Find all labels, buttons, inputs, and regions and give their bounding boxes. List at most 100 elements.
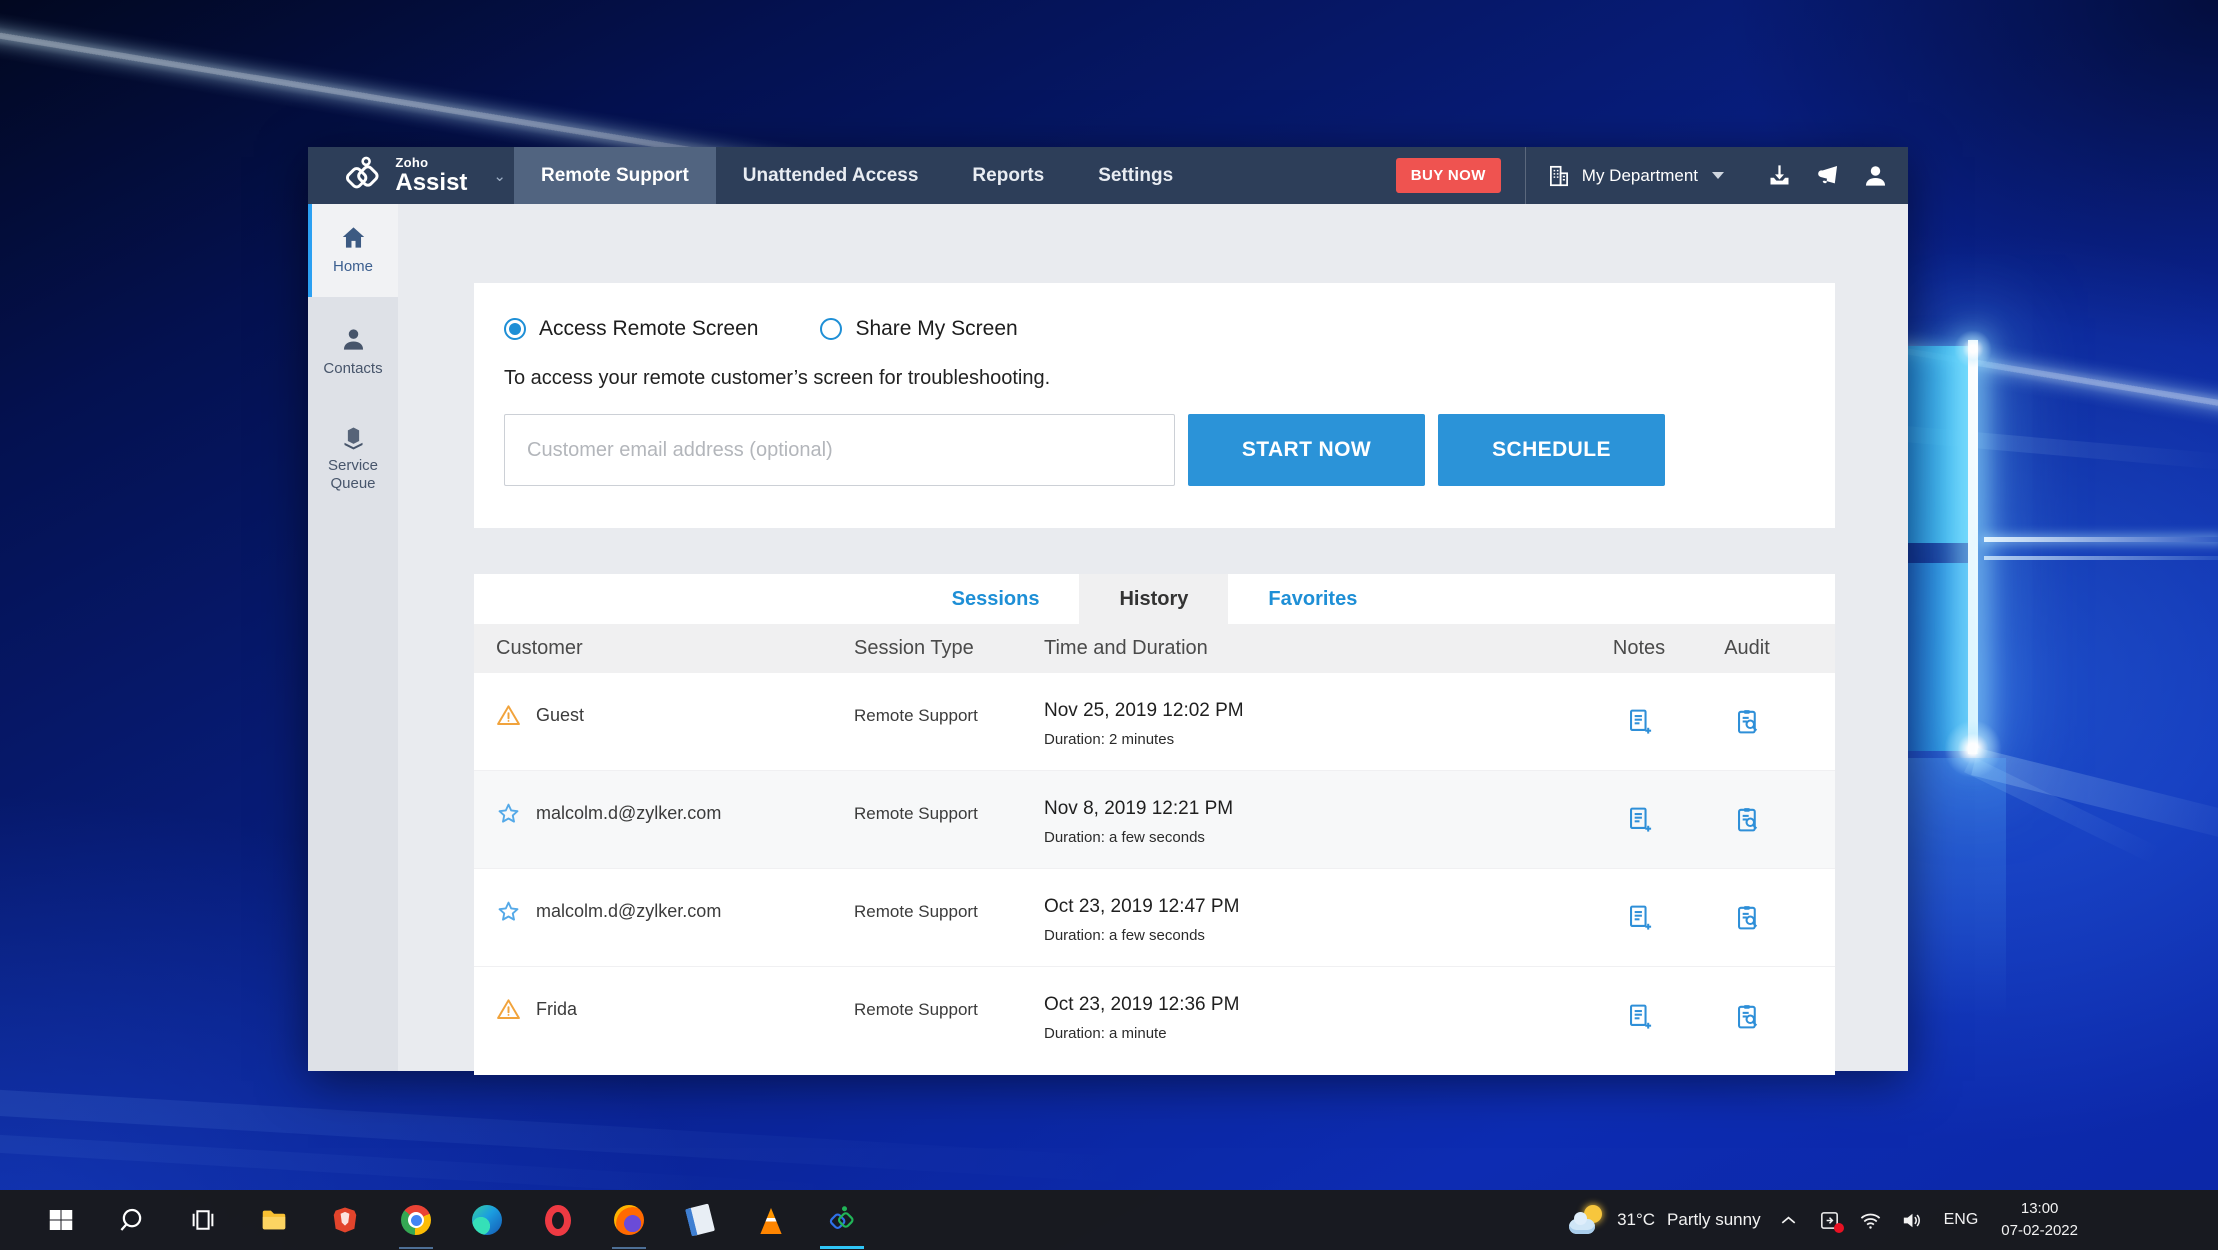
add-note-icon xyxy=(1625,707,1654,736)
tab-remote-support[interactable]: Remote Support xyxy=(514,147,716,204)
session-time: Oct 23, 2019 12:47 PM xyxy=(1044,896,1591,918)
windows-start-icon xyxy=(46,1205,76,1235)
warning-icon xyxy=(496,997,521,1022)
session-duration: Duration: a few seconds xyxy=(1044,927,1591,944)
app-navbar: Zoho Assist ⌄ Remote Support Unattended … xyxy=(308,147,1908,204)
service-queue-icon xyxy=(340,423,367,450)
megaphone-icon xyxy=(1814,162,1841,189)
radio-share-my-screen[interactable]: Share My Screen xyxy=(820,317,1017,341)
tab-favorites[interactable]: Favorites xyxy=(1228,574,1397,624)
navbar-right: BUY NOW My Department xyxy=(1396,147,1908,204)
brand-company: Zoho xyxy=(395,156,467,169)
start-button[interactable] xyxy=(37,1190,85,1250)
opera-icon xyxy=(545,1205,571,1236)
sidebar-item-label: Service Queue xyxy=(312,457,394,495)
add-note-icon xyxy=(1625,1002,1654,1031)
customer-email-input[interactable] xyxy=(504,414,1175,486)
session-type: Remote Support xyxy=(854,706,1044,726)
session-time: Nov 8, 2019 12:21 PM xyxy=(1044,798,1591,820)
language-indicator[interactable]: ENG xyxy=(1944,1211,1979,1229)
file-explorer-button[interactable] xyxy=(250,1190,298,1250)
volume-button[interactable] xyxy=(1899,1207,1925,1233)
notepad-button[interactable] xyxy=(676,1190,724,1250)
main-nav-tabs: Remote Support Unattended Access Reports… xyxy=(514,147,1200,204)
tab-settings[interactable]: Settings xyxy=(1071,147,1200,204)
customer-name: malcolm.d@zylker.com xyxy=(536,901,721,922)
radio-unselected-icon xyxy=(820,318,842,340)
partly-sunny-icon xyxy=(1569,1205,1605,1235)
weather-widget[interactable]: 31°C Partly sunny xyxy=(1569,1205,1761,1235)
vlc-icon xyxy=(757,1208,785,1234)
brand-text: Zoho Assist xyxy=(395,156,467,195)
contacts-icon xyxy=(340,326,367,353)
history-table-header: Customer Session Type Time and Duration … xyxy=(474,624,1835,673)
tab-history[interactable]: History xyxy=(1079,574,1228,624)
radio-access-remote-screen[interactable]: Access Remote Screen xyxy=(504,317,758,341)
chrome-button[interactable] xyxy=(392,1190,440,1250)
audit-button[interactable] xyxy=(1687,1002,1807,1031)
sidebar-item-service-queue[interactable]: Service Queue xyxy=(308,408,398,510)
table-row[interactable]: malcolm.d@zylker.com Remote Support Nov … xyxy=(474,771,1835,869)
profile-button[interactable] xyxy=(1860,161,1890,191)
action-center-button[interactable] xyxy=(1817,1207,1843,1233)
sidebar: Home Contacts Service Queue xyxy=(308,204,398,1071)
zoho-assist-taskbar-button[interactable] xyxy=(818,1190,866,1250)
taskbar-clock[interactable]: 13:00 07-02-2022 xyxy=(2001,1198,2078,1242)
brave-button[interactable] xyxy=(321,1190,369,1250)
divider xyxy=(1525,147,1526,204)
session-type: Remote Support xyxy=(854,804,1044,824)
chevron-up-icon xyxy=(1777,1209,1800,1232)
edge-button[interactable] xyxy=(463,1190,511,1250)
add-note-button[interactable] xyxy=(1591,707,1687,736)
vlc-button[interactable] xyxy=(747,1190,795,1250)
department-selector[interactable]: My Department xyxy=(1546,163,1724,189)
audit-button[interactable] xyxy=(1687,805,1807,834)
add-note-button[interactable] xyxy=(1591,1002,1687,1031)
taskbar-search-button[interactable] xyxy=(108,1190,156,1250)
department-label: My Department xyxy=(1582,166,1698,186)
remote-session-panel: Access Remote Screen Share My Screen To … xyxy=(474,283,1835,528)
task-view-button[interactable] xyxy=(179,1190,227,1250)
warning-icon xyxy=(496,703,521,728)
brave-icon xyxy=(330,1205,360,1235)
sidebar-item-home[interactable]: Home xyxy=(308,204,398,297)
light-beam xyxy=(1984,556,2218,560)
network-button[interactable] xyxy=(1858,1207,1884,1233)
tab-unattended-access[interactable]: Unattended Access xyxy=(716,147,946,204)
customer-name: malcolm.d@zylker.com xyxy=(536,803,721,824)
weather-temp: 31°C xyxy=(1617,1210,1655,1230)
star-icon xyxy=(496,899,521,924)
table-row[interactable]: malcolm.d@zylker.com Remote Support Oct … xyxy=(474,869,1835,967)
firefox-button[interactable] xyxy=(605,1190,653,1250)
window-body: Home Contacts Service Queue xyxy=(308,204,1908,1071)
star-icon xyxy=(496,801,521,826)
download-button[interactable] xyxy=(1764,161,1794,191)
table-row[interactable]: Frida Remote Support Oct 23, 2019 12:36 … xyxy=(474,967,1835,1065)
windows-logo-edge xyxy=(1968,340,1978,754)
add-note-button[interactable] xyxy=(1591,903,1687,932)
schedule-button[interactable]: SCHEDULE xyxy=(1438,414,1665,486)
announcements-button[interactable] xyxy=(1812,161,1842,191)
session-duration: Duration: a few seconds xyxy=(1044,829,1591,846)
windows-logo-gap xyxy=(1906,543,1968,563)
sessions-tabbar: Sessions History Favorites xyxy=(474,574,1835,624)
session-duration: Duration: a minute xyxy=(1044,1025,1591,1042)
chevron-down-icon[interactable]: ⌄ xyxy=(493,167,506,185)
audit-button[interactable] xyxy=(1687,903,1807,932)
buy-now-button[interactable]: BUY NOW xyxy=(1396,158,1501,193)
tray-overflow-button[interactable] xyxy=(1776,1207,1802,1233)
audit-button[interactable] xyxy=(1687,707,1807,736)
opera-button[interactable] xyxy=(534,1190,582,1250)
add-note-button[interactable] xyxy=(1591,805,1687,834)
tab-sessions[interactable]: Sessions xyxy=(912,574,1080,624)
table-row[interactable]: Guest Remote Support Nov 25, 2019 12:02 … xyxy=(474,673,1835,771)
task-view-icon xyxy=(188,1205,218,1235)
open-app-indicator xyxy=(399,1247,433,1249)
tab-reports[interactable]: Reports xyxy=(945,147,1071,204)
windows-taskbar: 31°C Partly sunny xyxy=(0,1190,2218,1250)
start-now-button[interactable]: START NOW xyxy=(1188,414,1425,486)
light-beam xyxy=(1984,537,2218,542)
app-logo[interactable]: Zoho Assist ⌄ xyxy=(308,147,514,204)
sidebar-item-label: Contacts xyxy=(323,360,382,379)
sidebar-item-contacts[interactable]: Contacts xyxy=(308,311,398,394)
